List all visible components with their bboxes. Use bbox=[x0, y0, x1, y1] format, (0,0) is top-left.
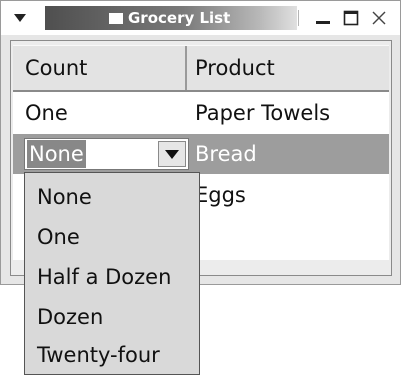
dropdown-option[interactable]: Dozen bbox=[25, 297, 199, 337]
dropdown-option[interactable]: One bbox=[25, 217, 199, 257]
title-bar[interactable]: Grocery List bbox=[1, 1, 400, 35]
table-row[interactable]: One Paper Towels bbox=[13, 93, 389, 133]
minimize-icon[interactable] bbox=[313, 8, 333, 28]
title-separator bbox=[298, 10, 299, 26]
dropdown-option[interactable]: Half a Dozen bbox=[25, 257, 199, 297]
combo-dropdown-list[interactable]: None One Half a Dozen Dozen Twenty-four bbox=[24, 172, 200, 375]
window-icon bbox=[109, 12, 123, 24]
dropdown-option[interactable]: None bbox=[25, 177, 199, 217]
combo-value[interactable]: None bbox=[27, 140, 86, 168]
column-header-count[interactable]: Count bbox=[13, 46, 187, 90]
combo-dropdown-button[interactable] bbox=[158, 141, 186, 167]
count-cell[interactable]: One bbox=[13, 93, 187, 133]
column-header-product[interactable]: Product bbox=[189, 46, 389, 90]
table-header: Count Product bbox=[13, 45, 389, 92]
window-title: Grocery List bbox=[109, 6, 230, 30]
close-icon[interactable] bbox=[369, 8, 389, 28]
screenshot-stage: Grocery List Count Product One Paper Tow… bbox=[0, 0, 401, 375]
dropdown-option[interactable]: Twenty-four bbox=[25, 335, 199, 375]
count-combo-box[interactable]: None bbox=[24, 138, 189, 170]
triangle-down-icon[interactable] bbox=[11, 9, 29, 27]
chevron-down-icon bbox=[165, 149, 179, 159]
product-cell[interactable]: Bread bbox=[193, 134, 389, 174]
maximize-icon[interactable] bbox=[341, 8, 361, 28]
product-cell[interactable]: Eggs bbox=[193, 175, 389, 215]
product-cell[interactable]: Paper Towels bbox=[193, 93, 389, 133]
window-title-label: Grocery List bbox=[128, 9, 231, 27]
